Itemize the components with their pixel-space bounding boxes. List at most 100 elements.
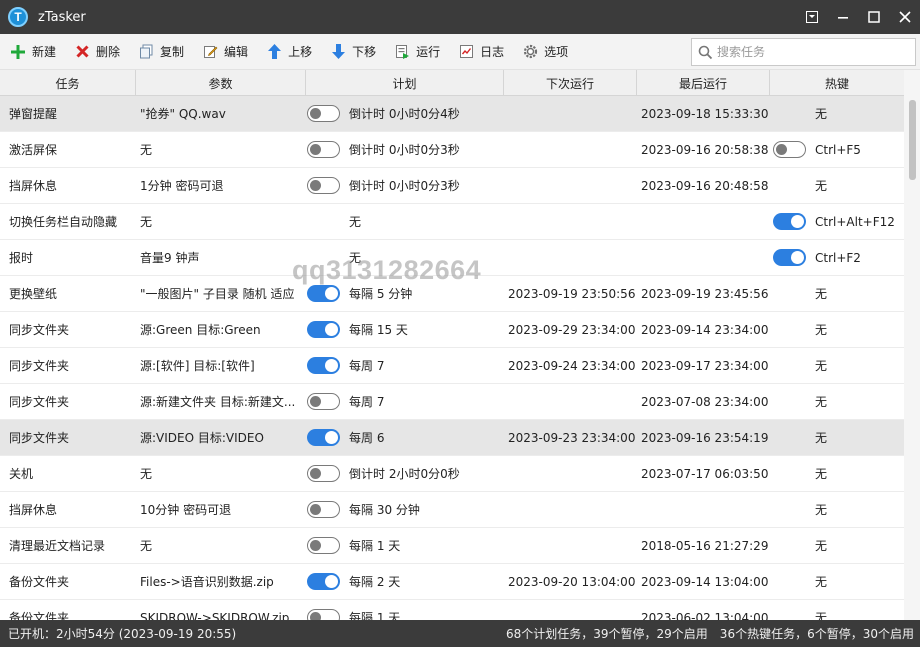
- close-button[interactable]: [889, 0, 920, 34]
- table-row[interactable]: 同步文件夹 源:新建文件夹 目标:新建文... 每周 7 2023-07-08 23:…: [0, 384, 904, 420]
- table-row[interactable]: 同步文件夹 源:VIDEO 目标:VIDEO 每周 6 2023-09-23 23:3…: [0, 420, 904, 456]
- delete-button[interactable]: 删除: [66, 38, 128, 66]
- plan-toggle[interactable]: [307, 393, 340, 410]
- log-label: 日志: [480, 45, 505, 59]
- toggle-knob: [325, 431, 338, 444]
- column-header-task[interactable]: 任务: [0, 70, 136, 96]
- task-list: 弹窗提醒 "抢券" QQ.wav 倒计时 0小时0分4秒 2023-09-18 15:…: [0, 96, 904, 620]
- cell-param: 无: [131, 456, 303, 492]
- task-plan: 无: [349, 251, 362, 265]
- cell-param: "抢券" QQ.wav: [131, 96, 303, 132]
- cell-task: 切换任务栏自动隐藏: [0, 204, 131, 240]
- run-label: 运行: [416, 45, 441, 59]
- options-button[interactable]: 选项: [514, 38, 576, 66]
- task-hotkey: 无: [815, 395, 828, 409]
- task-param: 源:[软件] 目标:[软件]: [140, 359, 255, 373]
- hotkey-toggle[interactable]: [773, 213, 806, 230]
- column-header-next-run[interactable]: 下次运行: [504, 70, 637, 96]
- table-row[interactable]: 报时 音量9 钟声 无 Ctrl+F2: [0, 240, 904, 276]
- cell-next-run: [503, 528, 636, 564]
- task-plan: 倒计时 0小时0分3秒: [349, 179, 460, 193]
- cell-task: 同步文件夹: [0, 348, 131, 384]
- run-button[interactable]: 运行: [386, 38, 448, 66]
- next-run-time: 2023-09-19 23:50:56: [508, 286, 636, 301]
- column-header-last-run[interactable]: 最后运行: [637, 70, 770, 96]
- plan-toggle[interactable]: [307, 321, 340, 338]
- plan-toggle[interactable]: [307, 609, 340, 620]
- cell-last-run: [636, 492, 769, 528]
- task-name: 同步文件夹: [9, 395, 70, 409]
- table-row[interactable]: 更换壁纸 "一般图片" 子目录 随机 适应 每隔 5 分钟 2023-09-19 23…: [0, 276, 904, 312]
- cell-next-run: [503, 600, 636, 621]
- task-name: 弹窗提醒: [9, 107, 58, 121]
- new-button[interactable]: 新建: [2, 38, 64, 66]
- plan-toggle[interactable]: [307, 141, 340, 158]
- column-header-plan[interactable]: 计划: [306, 70, 504, 96]
- cell-last-run: 2023-06-02 13:04:00: [636, 600, 769, 621]
- plan-toggle[interactable]: [307, 465, 340, 482]
- task-param: 无: [140, 539, 153, 553]
- table-row[interactable]: 关机 无 倒计时 2小时0分0秒 2023-07-17 06:03:50 无: [0, 456, 904, 492]
- task-name: 同步文件夹: [9, 323, 70, 337]
- table-row[interactable]: 同步文件夹 源:[软件] 目标:[软件] 每周 7 2023-09-24 23:34:…: [0, 348, 904, 384]
- scrollbar-thumb[interactable]: [909, 100, 916, 180]
- table-row[interactable]: 激活屏保 无 倒计时 0小时0分3秒 2023-09-16 20:58:38 Ctrl+…: [0, 132, 904, 168]
- plan-toggle[interactable]: [307, 429, 340, 446]
- column-header-hotkey[interactable]: 热键: [770, 70, 904, 96]
- table-row[interactable]: 弹窗提醒 "抢券" QQ.wav 倒计时 0小时0分4秒 2023-09-18 15:…: [0, 96, 904, 132]
- table-row[interactable]: 清理最近文档记录 无 每隔 1 天 2018-05-16 21:27:29 无: [0, 528, 904, 564]
- plan-toggle[interactable]: [307, 177, 340, 194]
- move-down-button[interactable]: 下移: [322, 38, 384, 66]
- cell-plan: 每隔 15 天: [303, 312, 503, 348]
- toggle-knob: [325, 323, 338, 336]
- minimize-button[interactable]: [827, 0, 858, 34]
- task-plan: 每隔 1 天: [349, 611, 401, 620]
- task-hotkey: 无: [815, 431, 828, 445]
- cell-plan: 倒计时 2小时0分0秒: [303, 456, 503, 492]
- table-row[interactable]: 挡屏休息 1分钟 密码可退 倒计时 0小时0分3秒 2023-09-16 20:48:…: [0, 168, 904, 204]
- toggle-knob: [776, 144, 787, 155]
- task-hotkey: 无: [815, 467, 828, 481]
- table-row[interactable]: 备份文件夹 SKIDROW->SKIDROW.zip 每隔 1 天 2023-06-0…: [0, 600, 904, 620]
- plan-toggle[interactable]: [307, 285, 340, 302]
- cell-task: 同步文件夹: [0, 420, 131, 456]
- hotkey-toggle[interactable]: [773, 141, 806, 158]
- task-plan: 每周 7: [349, 359, 385, 373]
- task-name: 激活屏保: [9, 143, 58, 157]
- table-row[interactable]: 挡屏休息 10分钟 密码可退 每隔 30 分钟 无: [0, 492, 904, 528]
- menu-button[interactable]: [796, 0, 827, 34]
- cell-plan: 倒计时 0小时0分4秒: [303, 96, 503, 132]
- cell-task: 报时: [0, 240, 131, 276]
- cell-task: 同步文件夹: [0, 312, 131, 348]
- cell-next-run: 2023-09-29 23:34:00: [503, 312, 636, 348]
- toggle-knob: [325, 287, 338, 300]
- cell-param: 源:Green 目标:Green: [131, 312, 303, 348]
- edit-button[interactable]: 编辑: [194, 38, 256, 66]
- cell-param: 无: [131, 132, 303, 168]
- cell-next-run: [503, 168, 636, 204]
- log-button[interactable]: 日志: [450, 38, 512, 66]
- plan-toggle[interactable]: [307, 501, 340, 518]
- move-up-button[interactable]: 上移: [258, 38, 320, 66]
- cell-next-run: 2023-09-19 23:50:56: [503, 276, 636, 312]
- table-row[interactable]: 备份文件夹 Files->语音识别数据.zip 每隔 2 天 2023-09-20 1…: [0, 564, 904, 600]
- hotkey-toggle[interactable]: [773, 249, 806, 266]
- run-icon: [394, 44, 410, 60]
- table-row[interactable]: 切换任务栏自动隐藏 无 无 Ctrl+Alt+F12: [0, 204, 904, 240]
- column-header-param[interactable]: 参数: [136, 70, 306, 96]
- plan-toggle[interactable]: [307, 357, 340, 374]
- table-row[interactable]: 同步文件夹 源:Green 目标:Green 每隔 15 天 2023-09-29 2…: [0, 312, 904, 348]
- last-run-time: 2023-09-14 13:04:00: [641, 574, 769, 589]
- minimize-icon: [837, 17, 848, 19]
- cell-plan: 每周 6: [303, 420, 503, 456]
- vertical-scrollbar[interactable]: [904, 70, 920, 620]
- maximize-button[interactable]: [858, 0, 889, 34]
- cell-hotkey: 无: [769, 420, 904, 456]
- search-input[interactable]: [717, 45, 907, 59]
- plan-toggle[interactable]: [307, 105, 340, 122]
- plan-toggle[interactable]: [307, 537, 340, 554]
- copy-button[interactable]: 复制: [130, 38, 192, 66]
- plan-toggle[interactable]: [307, 573, 340, 590]
- task-plan: 无: [349, 215, 362, 229]
- cell-last-run: 2023-09-16 23:54:19: [636, 420, 769, 456]
